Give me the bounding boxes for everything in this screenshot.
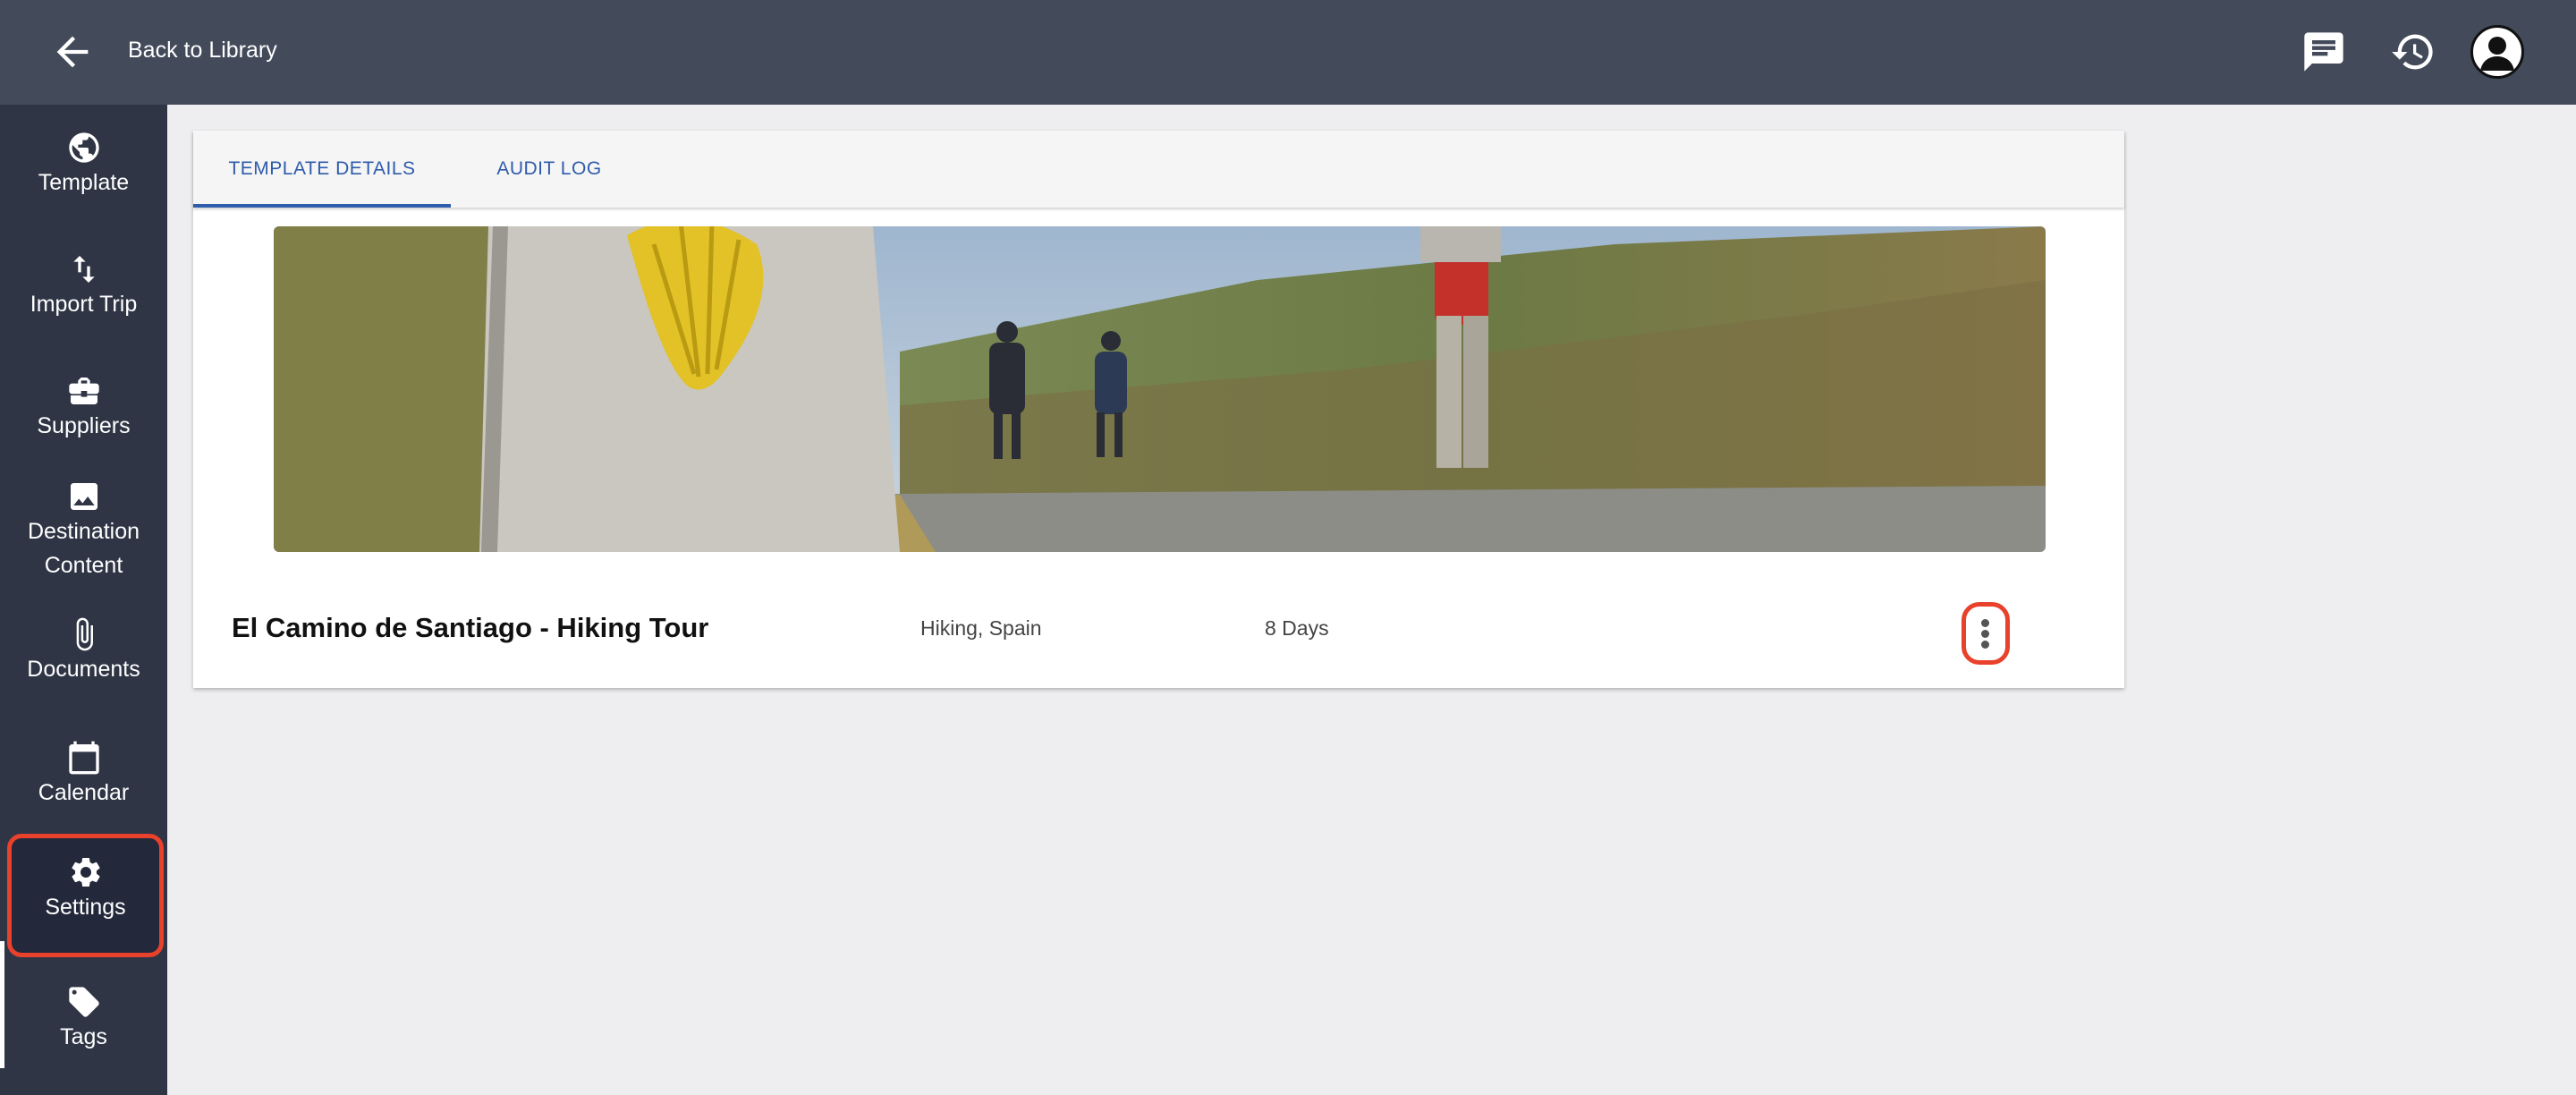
sidebar-item-label: Destination Content [27, 519, 140, 578]
kebab-dot [1981, 641, 1989, 649]
image-icon [70, 483, 97, 510]
user-avatar-icon [2480, 37, 2514, 71]
sidebar-item-import-trip[interactable]: Import Trip [0, 251, 167, 321]
sidebar-item-label: Documents [27, 657, 140, 682]
sidebar-item-tags[interactable]: Tags [0, 984, 167, 1054]
trip-banner-image [274, 226, 2046, 552]
sidebar-item-settings[interactable]: Settings [7, 834, 164, 957]
sidebar-item-label: Template [38, 170, 130, 195]
gear-icon [71, 858, 100, 887]
sidebar-item-label: Import Trip [30, 292, 138, 317]
paperclip-icon [76, 617, 93, 651]
globe-icon [68, 132, 99, 163]
sidebar-item-label: Tags [60, 1024, 107, 1049]
trip-title: El Camino de Santiago - Hiking Tour [232, 612, 709, 643]
tag-icon [68, 987, 99, 1017]
tab-bar: TEMPLATE DETAILS AUDIT LOG [193, 131, 2124, 208]
sidebar-item-label: Settings [45, 895, 126, 920]
chat-icon[interactable] [2301, 29, 2347, 75]
trip-duration: 8 Days [1265, 616, 1329, 640]
kebab-dot [1981, 630, 1989, 638]
sidebar-item-template[interactable]: Template [0, 130, 167, 199]
briefcase-icon [68, 378, 99, 404]
history-icon[interactable] [2390, 29, 2436, 75]
sidebar-item-destination-content[interactable]: Destination Content [0, 479, 167, 582]
sidebar-item-label: Calendar [38, 780, 130, 805]
back-arrow-icon[interactable] [49, 29, 96, 75]
tab-template-details[interactable]: TEMPLATE DETAILS [193, 131, 451, 208]
template-card: TEMPLATE DETAILS AUDIT LOG El Camino de … [193, 131, 2124, 688]
import-arrows-icon [72, 256, 95, 283]
user-avatar[interactable] [2470, 25, 2524, 79]
back-to-library-link[interactable]: Back to Library [128, 38, 277, 64]
sidebar-item-suppliers[interactable]: Suppliers [0, 373, 167, 443]
sidebar-item-label: Suppliers [37, 413, 131, 438]
kebab-dot [1981, 619, 1989, 627]
trip-category: Hiking, Spain [920, 616, 1042, 640]
calendar-icon [68, 741, 99, 775]
sidebar-item-documents[interactable]: Documents [0, 616, 167, 686]
more-options-button[interactable] [1962, 602, 2010, 665]
sidebar-nav: Template Import Trip Suppliers Destinati… [0, 105, 167, 1095]
top-app-bar: Back to Library [0, 0, 2576, 105]
tab-audit-log[interactable]: AUDIT LOG [451, 131, 648, 208]
sidebar-item-calendar[interactable]: Calendar [0, 740, 167, 810]
